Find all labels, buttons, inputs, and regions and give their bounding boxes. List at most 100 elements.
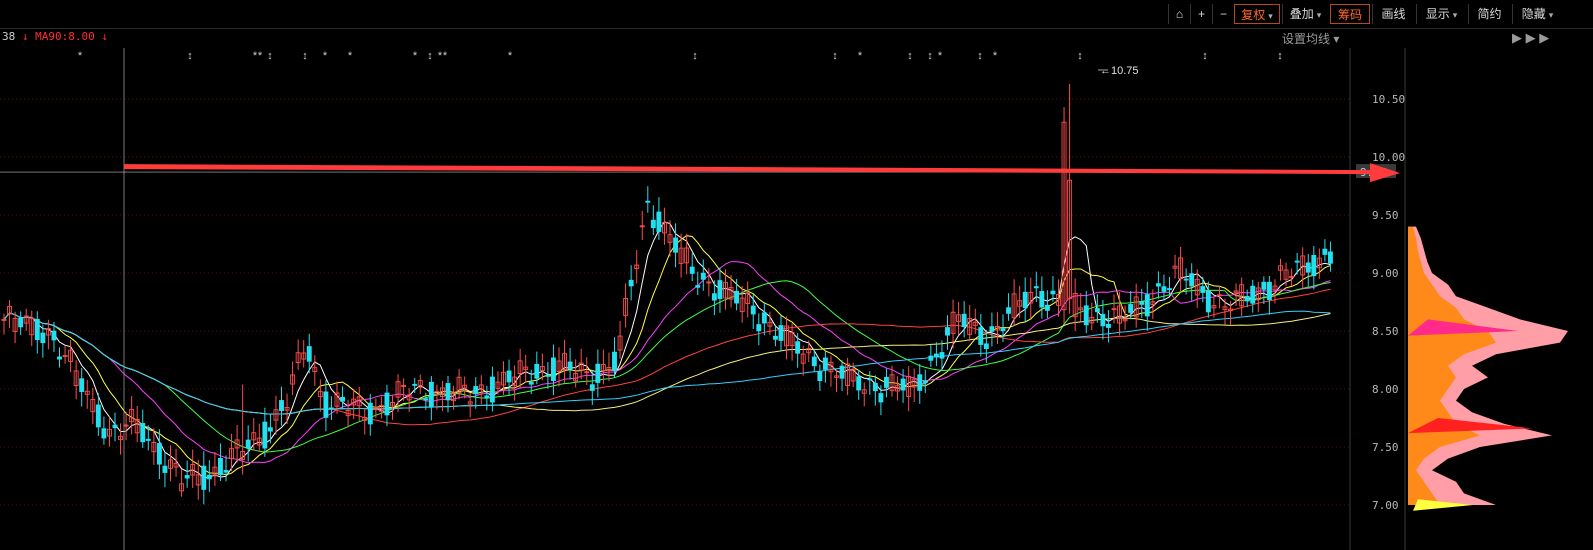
candle-body (1039, 291, 1045, 308)
event-marker: ↕ (267, 50, 273, 62)
event-markers: * ↕ * * ↕ ↕ * * * ↕ * * * ↕ ↕ * ↕ ↕ * ↕ * ↕ ↕ ↕ (78, 50, 1283, 62)
event-marker: ↕ (1277, 50, 1283, 62)
candle-body (761, 312, 767, 324)
candle-body (811, 356, 817, 367)
candle-body (329, 407, 334, 410)
candle-body (856, 376, 862, 391)
candle-body (1305, 262, 1311, 273)
candle-body (1261, 281, 1267, 290)
candle-body (650, 219, 656, 229)
candle-body (612, 351, 617, 372)
candle-body (57, 356, 62, 360)
candle-body (961, 313, 967, 327)
event-marker: ↕ (927, 50, 933, 62)
event-marker: ↕ (187, 50, 193, 62)
candle-body (1144, 294, 1150, 317)
candle-body (140, 423, 146, 443)
candle-body (773, 335, 778, 340)
candle-body (689, 266, 695, 274)
candle-body (756, 324, 762, 332)
candle-body (567, 361, 573, 370)
candle-body (1294, 260, 1300, 263)
candle-body (423, 398, 429, 401)
candle-body (917, 374, 923, 391)
event-marker: ↕ (1077, 50, 1083, 62)
candle-body (1128, 304, 1134, 313)
candle-body (750, 305, 756, 315)
candle-body (145, 438, 151, 441)
ma120-line (3, 310, 1331, 415)
candle-body (778, 325, 784, 341)
candle-body (1322, 248, 1328, 255)
event-marker: ↕ (692, 50, 698, 62)
event-marker: ↕ (977, 50, 983, 62)
ma90-line (3, 312, 1331, 415)
candle-body (1155, 283, 1161, 287)
candle-body (822, 357, 828, 370)
candle-body (939, 352, 945, 359)
high-price-label: ←10.75 (1100, 65, 1139, 77)
candle-body (534, 363, 540, 379)
candle-body (1244, 295, 1250, 302)
candle-body (184, 475, 190, 479)
candle-body (628, 279, 634, 287)
candle-body (1000, 328, 1006, 332)
event-marker: * (323, 50, 328, 62)
candle-body (323, 391, 329, 418)
candle-body (1105, 323, 1111, 328)
candle-body (1100, 314, 1106, 327)
annotation-overlay: 9.87 ←10.75 (0, 48, 1400, 550)
candle-body (1266, 281, 1272, 301)
candle-body (717, 280, 723, 299)
candle-body (156, 443, 162, 465)
y-tick-label: 8.50 (1372, 325, 1399, 338)
event-marker: * (993, 50, 998, 62)
event-marker: ↕ (907, 50, 913, 62)
candle-body (1050, 290, 1056, 295)
candle-body (79, 378, 85, 393)
candle-body (884, 376, 889, 388)
candle-body (922, 380, 928, 383)
candle-body (484, 395, 490, 399)
candle-body (817, 371, 823, 381)
event-marker: ↕ (832, 50, 838, 62)
y-tick-label: 10.00 (1372, 151, 1405, 164)
candle-body (1006, 307, 1011, 314)
candle-body (267, 427, 273, 432)
y-tick-label: 7.50 (1372, 441, 1399, 454)
candle-body (656, 211, 662, 232)
candle-body (645, 200, 651, 203)
candle-body (900, 378, 906, 391)
candle-body (978, 327, 984, 345)
candle-body (1083, 305, 1089, 326)
candle-body (545, 374, 551, 377)
candle-body (217, 457, 223, 476)
candle-body (384, 392, 390, 416)
candle-body (983, 343, 989, 350)
candle-body (872, 382, 878, 392)
candle-body (306, 346, 312, 362)
candlestick-chart[interactable]: * ↕ * * ↕ ↕ * * * ↕ * * * ↕ ↕ * ↕ ↕ * ↕ * ↕ ↕ ↕ 10.5010.009.509… (0, 0, 1593, 550)
candle-body (112, 424, 118, 429)
candle-body (279, 400, 284, 412)
event-marker: * (78, 50, 83, 62)
candle-body (878, 393, 884, 403)
candle-body (1311, 255, 1317, 277)
y-tick-label: 9.00 (1372, 267, 1399, 280)
candle-body (1139, 301, 1145, 305)
candle-body (1044, 304, 1050, 311)
candle-body (1327, 251, 1333, 264)
candle-body (933, 353, 939, 358)
candle-body (1167, 288, 1172, 291)
y-tick-label: 7.00 (1372, 499, 1399, 512)
candle-body (1033, 286, 1039, 289)
candle-body (428, 381, 434, 408)
candle-body (795, 341, 801, 354)
candle-body (223, 470, 229, 473)
candle-body (989, 326, 995, 332)
candle-body (489, 376, 495, 403)
candle-body (595, 363, 601, 383)
candle-body (18, 317, 24, 328)
event-marker: ↕ (427, 50, 433, 62)
candle-body (1022, 291, 1028, 309)
